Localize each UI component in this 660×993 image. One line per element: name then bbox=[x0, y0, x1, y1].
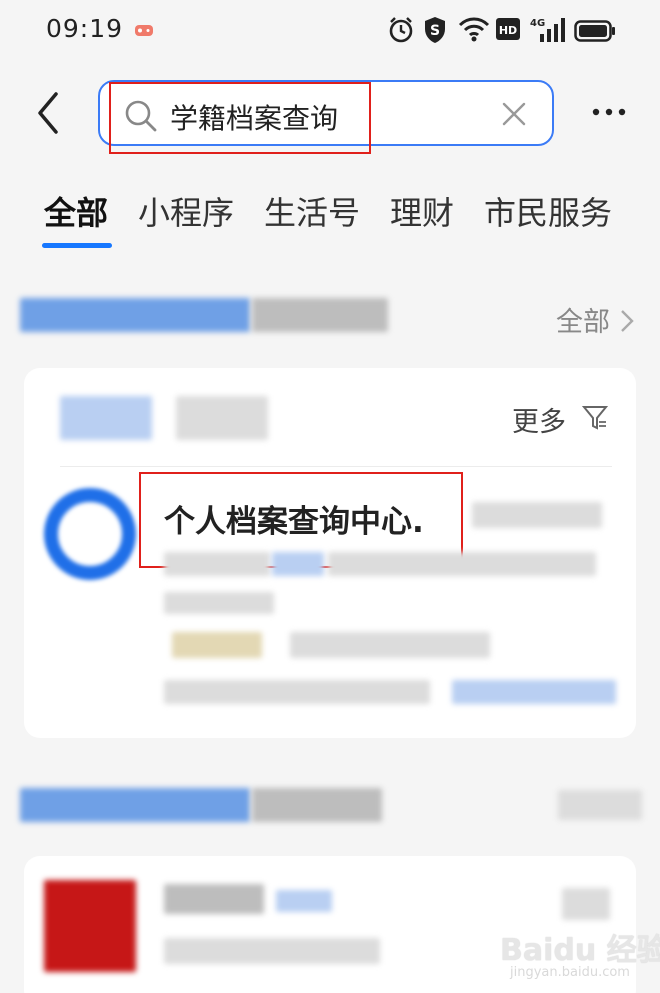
battery-icon bbox=[574, 20, 615, 42]
result2-logo-blurred bbox=[44, 880, 136, 972]
result-footer-blurred bbox=[164, 680, 430, 704]
mini-program-logo bbox=[44, 488, 136, 580]
card-divider bbox=[60, 466, 612, 467]
section2-title-blurred-tail bbox=[252, 788, 382, 822]
section-title-blurred-tail bbox=[252, 298, 388, 332]
game-icon bbox=[135, 25, 153, 36]
svg-text:S: S bbox=[430, 23, 440, 39]
svg-text:4G: 4G bbox=[530, 18, 545, 29]
section-all-label: 全部 bbox=[556, 307, 610, 338]
status-time: 09:19 bbox=[46, 14, 124, 43]
baidu-watermark: Baidu 经验 jingyan.baidu.com bbox=[500, 925, 660, 987]
more-dots-icon[interactable] bbox=[590, 104, 630, 120]
highlight-box-search bbox=[109, 82, 371, 154]
chevron-left-icon bbox=[38, 92, 58, 134]
card-tag-blurred bbox=[60, 396, 152, 440]
watermark-logo: Baidu 经验 bbox=[500, 933, 660, 968]
alarm-icon bbox=[389, 17, 413, 43]
shield-s-icon: S bbox=[425, 17, 445, 43]
result2-tag-blurred bbox=[276, 890, 332, 912]
close-icon[interactable] bbox=[500, 100, 528, 128]
section2-all-blurred bbox=[558, 790, 642, 820]
tab-finance[interactable]: 理财 bbox=[390, 188, 454, 234]
result2-more-blurred[interactable] bbox=[562, 888, 610, 920]
result-desc-line1-blurred-2 bbox=[272, 552, 324, 576]
tab-citizen-services[interactable]: 市民服务 bbox=[484, 188, 612, 234]
tab-life-account[interactable]: 生活号 bbox=[264, 188, 360, 234]
result2-desc-blurred bbox=[164, 938, 380, 964]
card-tag-blurred-2 bbox=[176, 396, 268, 440]
back-button[interactable] bbox=[30, 88, 70, 138]
result-badge-text-blurred bbox=[290, 632, 490, 658]
result-desc-line1-blurred-3 bbox=[328, 552, 596, 576]
result-desc-line1-blurred bbox=[164, 552, 270, 576]
wifi-icon bbox=[458, 17, 490, 42]
filter-icon[interactable] bbox=[582, 404, 608, 432]
result2-title-blurred bbox=[164, 884, 264, 914]
active-tab-indicator bbox=[42, 243, 112, 248]
section2-title-blurred bbox=[20, 788, 250, 822]
category-tabs: 全部 小程序 生活号 理财 市民服务 bbox=[0, 180, 660, 250]
result-badge-blurred bbox=[172, 632, 262, 658]
status-bar: 09:19 S HD 4G bbox=[0, 0, 660, 60]
result-desc-line2-blurred bbox=[164, 592, 274, 614]
result-meta-blurred bbox=[472, 502, 602, 528]
more-filter-label[interactable]: 更多 bbox=[512, 400, 566, 439]
chevron-right-icon bbox=[620, 310, 634, 332]
result-footer-link-blurred bbox=[452, 680, 616, 704]
tab-mini-program[interactable]: 小程序 bbox=[138, 188, 234, 234]
section-all-link[interactable]: 全部 bbox=[556, 300, 635, 339]
4g-signal-icon: 4G bbox=[530, 18, 565, 42]
section-title-blurred bbox=[20, 298, 250, 332]
watermark-url: jingyan.baidu.com bbox=[510, 965, 630, 980]
tab-all[interactable]: 全部 bbox=[44, 188, 108, 234]
svg-text:HD: HD bbox=[499, 24, 517, 37]
hd-icon: HD bbox=[496, 18, 520, 40]
